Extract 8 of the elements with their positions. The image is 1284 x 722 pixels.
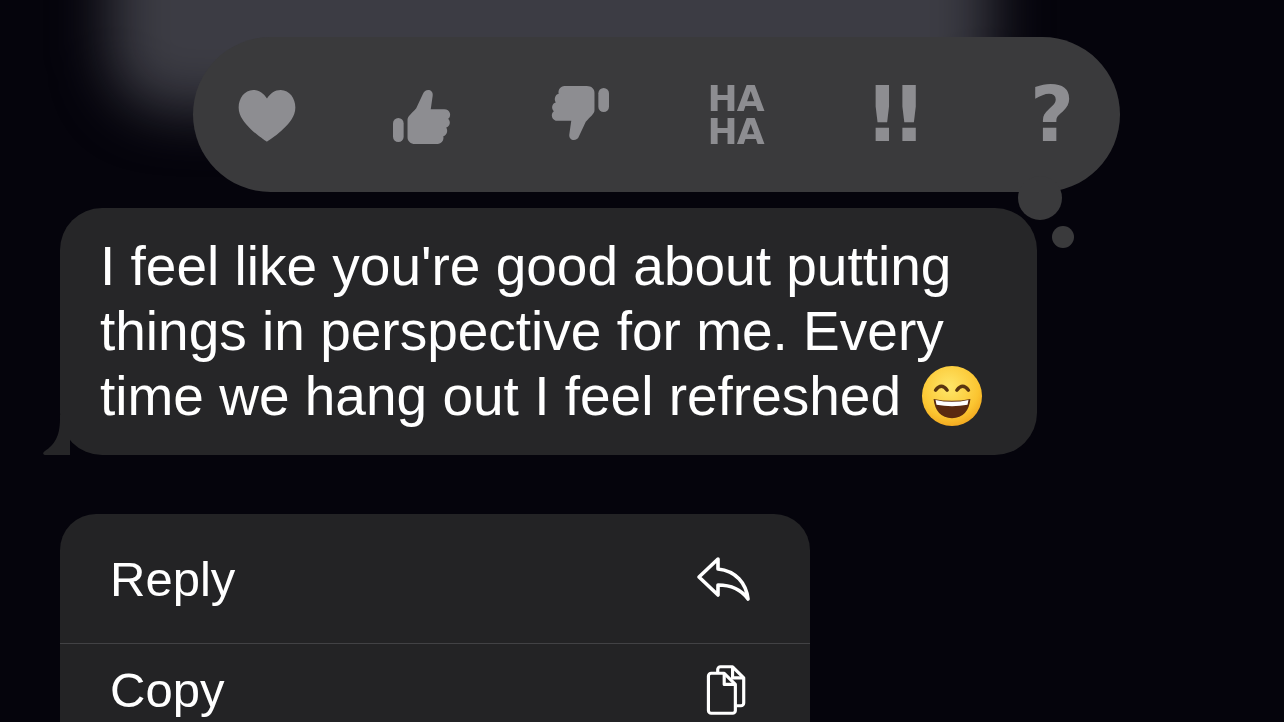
- menu-item[interactable]: Reply: [60, 514, 810, 644]
- reaction-button[interactable]: ?: [1002, 69, 1093, 160]
- reaction-button[interactable]: HA HA: [690, 69, 781, 160]
- reply-arrow-icon: [696, 554, 752, 603]
- reaction-button[interactable]: !!: [846, 69, 937, 160]
- grinning-face-icon: [921, 365, 984, 427]
- message-text: I feel like you're good about putting things in perspective for me. Every time we hang out I feel refreshed: [100, 235, 952, 427]
- menu-item[interactable]: Copy: [60, 644, 810, 722]
